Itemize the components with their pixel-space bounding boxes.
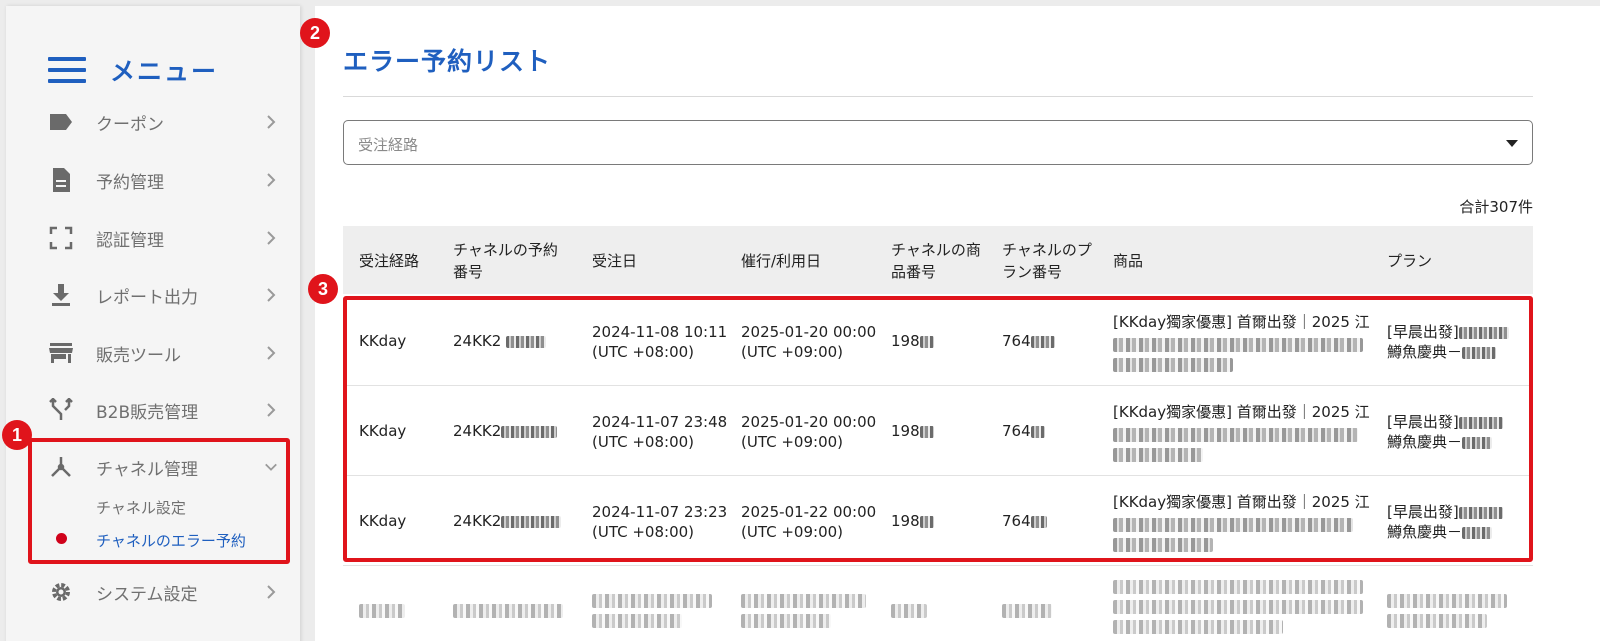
redacted-text [891,604,927,618]
chevron-right-icon [264,228,278,248]
sidebar-item-label: B2B販売管理 [96,402,199,423]
sidebar-item-b2b-sales[interactable]: B2B販売管理 [6,385,300,435]
menu-title: メニュー [110,57,219,86]
column-header: 商品 [1113,252,1144,270]
step-badge-2: 2 [300,18,330,48]
redacted-text [1387,594,1507,608]
column-header: チャネルの予約 番号 [453,241,558,281]
page-title: エラー予約リスト [343,47,552,76]
redacted-text [1113,620,1283,634]
column-header: 催行/利用日 [741,252,822,270]
chevron-right-icon [264,285,278,305]
highlight-box-error-rows [343,296,1533,562]
step-badge-1: 1 [2,420,32,450]
column-header: 受注経路 [359,252,420,270]
redacted-text [1002,604,1052,618]
order-channel-placeholder: 受注経路 [358,136,419,154]
sidebar-item-label: クーポン [96,114,164,135]
table-header: 受注経路 チャネルの予約 番号 受注日 催行/利用日 チャネルの商 品番号 チャネル… [343,226,1533,294]
redacted-text [741,614,831,628]
chevron-right-icon [264,112,278,132]
redacted-text [1387,614,1487,628]
app-window: メニュー クーポン 予約管理 認証管理 レポート出力 販売ツール B2B販売管理… [0,0,1600,641]
column-header: チャネルのプ ラン番号 [1002,241,1092,281]
download-icon [48,282,74,308]
store-icon [48,340,74,366]
sidebar-item-label: システム設定 [96,584,198,605]
document-icon [48,167,74,193]
step-badge-3: 3 [308,274,338,304]
chevron-right-icon [264,170,278,190]
sidebar-item-reservation[interactable]: 予約管理 [6,155,300,205]
chevron-right-icon [264,400,278,420]
title-divider [343,96,1533,97]
sidebar-item-label: レポート出力 [96,287,198,308]
merge-arrows-icon [48,397,74,423]
column-header: チャネルの商 品番号 [891,241,981,281]
column-header: 受注日 [592,252,638,270]
scan-frame-icon [48,225,74,251]
order-channel-select[interactable]: 受注経路 [343,120,1533,165]
column-header: プラン [1387,252,1433,270]
chevron-right-icon [264,582,278,602]
gear-icon [48,579,74,605]
sidebar-item-coupon[interactable]: クーポン [6,97,300,147]
redacted-text [592,594,712,608]
label-tag-icon [48,109,74,135]
sidebar-item-label: 販売ツール [96,345,181,366]
redacted-text [1113,580,1363,594]
sidebar-item-report-export[interactable]: レポート出力 [6,270,300,320]
redacted-text [741,594,866,608]
sidebar-item-label: 認証管理 [96,230,164,251]
dropdown-caret-icon [1506,140,1518,147]
sidebar-item-verification[interactable]: 認証管理 [6,213,300,263]
hamburger-menu-icon[interactable] [48,57,86,83]
chevron-right-icon [264,343,278,363]
table-row[interactable] [343,566,1533,641]
menu-header[interactable]: メニュー [48,50,218,90]
total-count: 合計307件 [1459,198,1533,216]
redacted-text [1113,600,1363,614]
sidebar-item-label: 予約管理 [96,172,164,193]
redacted-text [359,604,405,618]
sidebar-item-sales-tools[interactable]: 販売ツール [6,328,300,378]
highlight-box-channel-menu [28,438,290,564]
sidebar-item-system-settings[interactable]: システム設定 [6,567,300,617]
redacted-text [592,614,682,628]
redacted-text [453,604,563,618]
